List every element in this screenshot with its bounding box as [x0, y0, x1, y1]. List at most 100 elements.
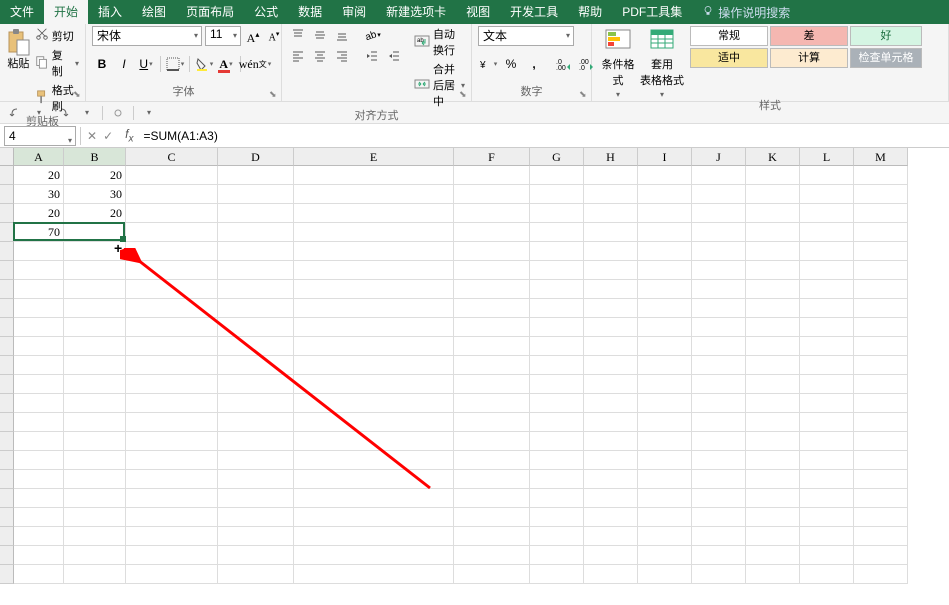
cell-C9[interactable]	[126, 318, 218, 337]
cell-D18[interactable]	[218, 489, 294, 508]
cell-B8[interactable]	[64, 299, 126, 318]
cell-B16[interactable]	[64, 451, 126, 470]
cell-L4[interactable]	[800, 223, 854, 242]
cell-C18[interactable]	[126, 489, 218, 508]
col-header-K[interactable]: K	[746, 148, 800, 166]
col-header-F[interactable]: F	[454, 148, 530, 166]
cell-I14[interactable]	[638, 413, 692, 432]
cell-I19[interactable]	[638, 508, 692, 527]
touch-mode-button[interactable]	[109, 104, 127, 122]
cell-D15[interactable]	[218, 432, 294, 451]
tell-me-search[interactable]: 操作说明搜索	[692, 4, 800, 21]
row-header[interactable]	[0, 337, 14, 356]
align-top-button[interactable]	[288, 26, 308, 44]
cell-L2[interactable]	[800, 185, 854, 204]
cell-B20[interactable]	[64, 527, 126, 546]
cell-G16[interactable]	[530, 451, 584, 470]
cell-H6[interactable]	[584, 261, 638, 280]
cell-B18[interactable]	[64, 489, 126, 508]
cell-J15[interactable]	[692, 432, 746, 451]
col-header-A[interactable]: A	[14, 148, 64, 166]
cell-K6[interactable]	[746, 261, 800, 280]
cell-G14[interactable]	[530, 413, 584, 432]
cell-H15[interactable]	[584, 432, 638, 451]
cell-D6[interactable]	[218, 261, 294, 280]
cell-E17[interactable]	[294, 470, 454, 489]
cell-D21[interactable]	[218, 546, 294, 565]
cell-E10[interactable]	[294, 337, 454, 356]
cell-D12[interactable]	[218, 375, 294, 394]
cell-J8[interactable]	[692, 299, 746, 318]
cell-E19[interactable]	[294, 508, 454, 527]
cell-K3[interactable]	[746, 204, 800, 223]
cell-A14[interactable]	[14, 413, 64, 432]
cell-I17[interactable]	[638, 470, 692, 489]
cell-F9[interactable]	[454, 318, 530, 337]
cell-H10[interactable]	[584, 337, 638, 356]
cell-M9[interactable]	[854, 318, 908, 337]
cell-I1[interactable]	[638, 166, 692, 185]
cell-B7[interactable]	[64, 280, 126, 299]
cell-G20[interactable]	[530, 527, 584, 546]
cell-K1[interactable]	[746, 166, 800, 185]
tab-data[interactable]: 数据	[288, 0, 332, 24]
cell-C3[interactable]	[126, 204, 218, 223]
cell-G19[interactable]	[530, 508, 584, 527]
cell-J3[interactable]	[692, 204, 746, 223]
cell-D9[interactable]	[218, 318, 294, 337]
cell-B17[interactable]	[64, 470, 126, 489]
tab-developer[interactable]: 开发工具	[500, 0, 568, 24]
row-header[interactable]	[0, 375, 14, 394]
tab-newtab[interactable]: 新建选项卡	[376, 0, 456, 24]
cell-D8[interactable]	[218, 299, 294, 318]
cell-G6[interactable]	[530, 261, 584, 280]
row-header[interactable]	[0, 223, 14, 242]
col-header-D[interactable]: D	[218, 148, 294, 166]
cell-C5[interactable]	[126, 242, 218, 261]
fx-icon[interactable]: fx	[119, 127, 139, 144]
row-header[interactable]	[0, 489, 14, 508]
align-right-button[interactable]	[332, 47, 352, 65]
cell-I5[interactable]	[638, 242, 692, 261]
cell-A4[interactable]: 70	[14, 223, 64, 242]
style-check[interactable]: 检查单元格	[850, 48, 922, 68]
cell-K19[interactable]	[746, 508, 800, 527]
font-launcher-icon[interactable]: ⬊	[269, 89, 279, 99]
cell-D13[interactable]	[218, 394, 294, 413]
cell-L14[interactable]	[800, 413, 854, 432]
cell-E20[interactable]	[294, 527, 454, 546]
cell-M7[interactable]	[854, 280, 908, 299]
cell-K16[interactable]	[746, 451, 800, 470]
cell-F1[interactable]	[454, 166, 530, 185]
cell-D11[interactable]	[218, 356, 294, 375]
cell-L15[interactable]	[800, 432, 854, 451]
cell-M15[interactable]	[854, 432, 908, 451]
cell-F11[interactable]	[454, 356, 530, 375]
row-header[interactable]	[0, 261, 14, 280]
col-header-H[interactable]: H	[584, 148, 638, 166]
name-box[interactable]: 4▾	[4, 126, 76, 146]
cell-A22[interactable]	[14, 565, 64, 584]
cell-E15[interactable]	[294, 432, 454, 451]
cell-F13[interactable]	[454, 394, 530, 413]
cell-E13[interactable]	[294, 394, 454, 413]
cell-K18[interactable]	[746, 489, 800, 508]
cell-M6[interactable]	[854, 261, 908, 280]
merge-center-button[interactable]: 合并后居中 ▾	[414, 61, 465, 109]
cell-L19[interactable]	[800, 508, 854, 527]
cell-H8[interactable]	[584, 299, 638, 318]
borders-button[interactable]: ▾	[165, 54, 185, 74]
style-normal[interactable]: 常规	[690, 26, 768, 46]
cell-A6[interactable]	[14, 261, 64, 280]
cell-A21[interactable]	[14, 546, 64, 565]
wrap-text-button[interactable]: ab 自动换行	[414, 26, 465, 58]
cell-L13[interactable]	[800, 394, 854, 413]
cell-F22[interactable]	[454, 565, 530, 584]
cell-M11[interactable]	[854, 356, 908, 375]
cell-F6[interactable]	[454, 261, 530, 280]
cell-E5[interactable]	[294, 242, 454, 261]
cell-G21[interactable]	[530, 546, 584, 565]
number-format-select[interactable]: 文本▾	[478, 26, 574, 46]
cell-D20[interactable]	[218, 527, 294, 546]
row-header[interactable]	[0, 527, 14, 546]
